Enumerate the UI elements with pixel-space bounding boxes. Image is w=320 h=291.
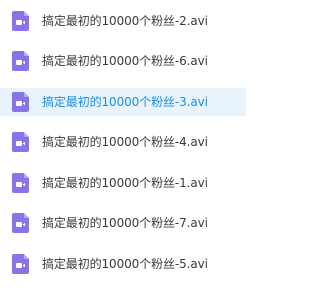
file-name: 搞定最初的10000个粉丝-3.avi bbox=[42, 95, 208, 109]
file-row[interactable]: 搞定最初的10000个粉丝-2.avi bbox=[0, 7, 246, 35]
file-row[interactable]: 搞定最初的10000个粉丝-7.avi bbox=[0, 209, 246, 237]
video-file-icon bbox=[12, 92, 29, 112]
video-file-icon bbox=[12, 213, 29, 233]
file-name: 搞定最初的10000个粉丝-1.avi bbox=[42, 176, 208, 190]
video-file-icon bbox=[12, 132, 29, 152]
file-name: 搞定最初的10000个粉丝-4.avi bbox=[42, 135, 208, 149]
video-file-icon bbox=[12, 173, 29, 193]
file-name: 搞定最初的10000个粉丝-6.avi bbox=[42, 54, 208, 68]
file-row[interactable]: 搞定最初的10000个粉丝-1.avi bbox=[0, 169, 246, 197]
file-row-selected[interactable]: 搞定最初的10000个粉丝-3.avi bbox=[0, 88, 246, 116]
file-name: 搞定最初的10000个粉丝-2.avi bbox=[42, 14, 208, 28]
video-file-icon bbox=[12, 254, 29, 274]
file-name: 搞定最初的10000个粉丝-7.avi bbox=[42, 216, 208, 230]
file-name: 搞定最初的10000个粉丝-5.avi bbox=[42, 257, 208, 271]
video-file-icon bbox=[12, 11, 29, 31]
file-row[interactable]: 搞定最初的10000个粉丝-5.avi bbox=[0, 250, 246, 278]
file-row[interactable]: 搞定最初的10000个粉丝-6.avi bbox=[0, 47, 246, 75]
video-file-icon bbox=[12, 51, 29, 71]
file-list: 搞定最初的10000个粉丝-2.avi 搞定最初的10000个粉丝-6.avi … bbox=[0, 0, 246, 291]
file-row[interactable]: 搞定最初的10000个粉丝-4.avi bbox=[0, 128, 246, 156]
